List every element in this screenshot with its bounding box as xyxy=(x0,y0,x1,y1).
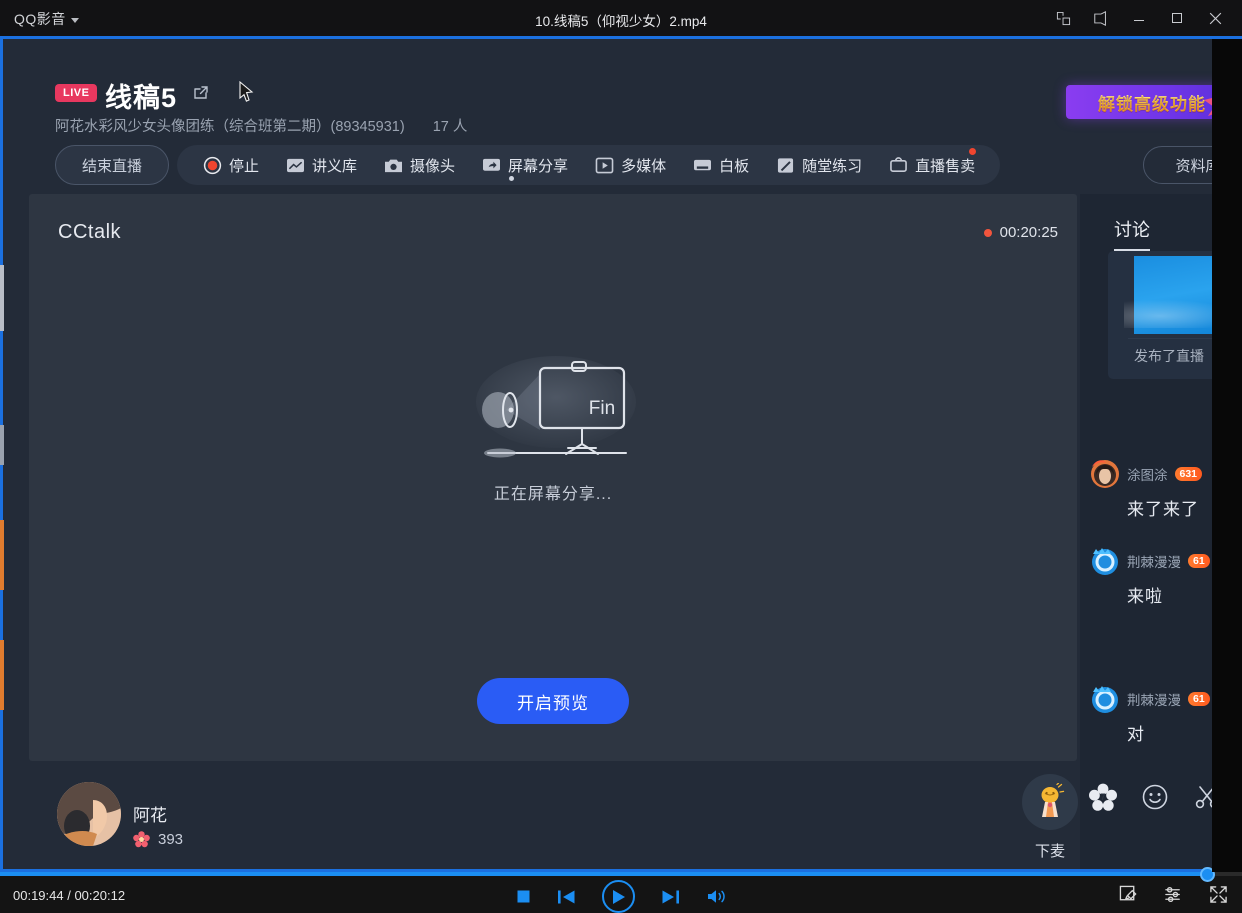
screen-share-placeholder: Fin 正在屏幕分享... xyxy=(29,354,1077,504)
avatar[interactable] xyxy=(57,782,121,846)
live-toolbar: 结束直播 停止 讲义库 xyxy=(55,145,1000,185)
progress-fill xyxy=(0,872,1207,876)
stage-area: CCtalk 00:20:25 xyxy=(29,194,1077,761)
player-control-bar: 00:19:44 / 00:20:12 xyxy=(0,872,1242,913)
mini-window-icon[interactable] xyxy=(1044,0,1082,36)
stop-icon[interactable] xyxy=(516,889,531,904)
toolbar-item-live-sell[interactable]: 直播售卖 xyxy=(875,145,988,185)
share-status-text: 正在屏幕分享... xyxy=(494,480,612,504)
toolbar-item-whiteboard[interactable]: 白板 xyxy=(679,145,762,185)
presenter-strip: 阿花 393 xyxy=(29,769,1077,869)
toolbar-label-multimedia: 多媒体 xyxy=(621,155,666,176)
toolbar-label-quiz: 随堂练习 xyxy=(802,155,862,176)
toolbar-item-stop[interactable]: 停止 xyxy=(189,145,272,185)
camera-icon xyxy=(383,155,403,175)
record-stop-icon xyxy=(202,155,222,175)
next-icon[interactable] xyxy=(661,889,680,905)
recording-dot-icon xyxy=(984,229,992,237)
message-username: 荆棘漫漫 xyxy=(1127,551,1181,571)
toolbar-label-whiteboard: 白板 xyxy=(719,155,749,176)
edge-sliver xyxy=(0,265,4,331)
announcement-text: 发布了直播 xyxy=(1134,346,1204,366)
start-preview-button[interactable]: 开启预览 xyxy=(477,678,629,724)
toolbar-item-multimedia[interactable]: 多媒体 xyxy=(581,145,679,185)
shop-icon xyxy=(888,155,908,175)
live-header: LIVE 线稿5 阿花水彩风少女头像团练（综合班第二期）(89345931) 1… xyxy=(3,39,1239,137)
projector-illustration-icon: Fin xyxy=(470,354,636,464)
level-badge: 61 xyxy=(1188,554,1210,568)
previous-icon[interactable] xyxy=(557,889,576,905)
viewer-count: 17 人 xyxy=(433,119,468,135)
end-live-button[interactable]: 结束直播 xyxy=(55,145,169,185)
minimize-icon[interactable] xyxy=(1120,0,1158,36)
mouse-cursor-icon xyxy=(239,81,255,108)
flower-count-value: 393 xyxy=(158,831,183,848)
play-icon xyxy=(611,889,626,905)
cast-icon[interactable] xyxy=(1082,0,1120,36)
window-right-gutter xyxy=(1212,39,1242,872)
edge-sliver xyxy=(0,520,4,590)
presenter-name: 阿花 xyxy=(133,801,167,826)
leave-mic-icon xyxy=(1022,774,1078,830)
toolbar-item-quiz[interactable]: 随堂练习 xyxy=(762,145,875,185)
stage-timer-value: 00:20:25 xyxy=(1000,224,1058,241)
screenshot-tool-icon[interactable] xyxy=(1119,885,1138,904)
whiteboard-icon xyxy=(692,155,712,175)
emoji-icon[interactable] xyxy=(1140,782,1170,812)
player-title-bar: QQ影音 10.线稿5（仰视少女）2.mp4 xyxy=(0,0,1242,36)
window-controls xyxy=(1044,0,1234,36)
player-right-controls xyxy=(1119,885,1228,904)
level-badge: 631 xyxy=(1175,467,1203,481)
progress-bar[interactable] xyxy=(0,872,1242,876)
edge-sliver xyxy=(0,640,4,710)
message-username: 荆棘漫漫 xyxy=(1127,689,1181,709)
settings-sliders-icon[interactable] xyxy=(1164,885,1183,904)
toolbar-label-camera: 摄像头 xyxy=(410,155,455,176)
app-root: QQ影音 10.线稿5（仰视少女）2.mp4 LI xyxy=(0,0,1242,913)
svg-text:Fin: Fin xyxy=(589,398,615,419)
maximize-icon[interactable] xyxy=(1158,0,1196,36)
user-avatar-photo[interactable] xyxy=(1090,459,1120,489)
toolbar-item-camera[interactable]: 摄像头 xyxy=(370,145,468,185)
toolbar-label-live-sell: 直播售卖 xyxy=(915,155,975,176)
svg-text:7: 7 xyxy=(1100,792,1105,802)
user-avatar-ring[interactable] xyxy=(1090,546,1120,576)
open-external-icon[interactable] xyxy=(191,83,211,103)
presenter-flower-count: 393 xyxy=(133,831,183,848)
level-badge: 61 xyxy=(1188,692,1210,706)
toolbar-label-screen-share: 屏幕分享 xyxy=(508,155,568,176)
toolbar-pill: 停止 讲义库 摄像头 xyxy=(177,145,1000,185)
courseware-icon xyxy=(285,155,305,175)
play-button[interactable] xyxy=(602,880,635,913)
active-indicator-dot xyxy=(509,176,514,181)
quiz-icon xyxy=(775,155,795,175)
flower-gift-icon[interactable]: 7 xyxy=(1088,782,1118,812)
close-icon[interactable] xyxy=(1196,0,1234,36)
toolbar-item-courseware[interactable]: 讲义库 xyxy=(272,145,370,185)
toolbar-label-stop: 停止 xyxy=(229,155,259,176)
stage-timer: 00:20:25 xyxy=(984,224,1058,241)
room-subtitle: 阿花水彩风少女头像团练（综合班第二期）(89345931) xyxy=(55,119,405,135)
tab-discussion[interactable]: 讨论 xyxy=(1114,216,1150,252)
room-subtitle-line: 阿花水彩风少女头像团练（综合班第二期）(89345931) 17 人 xyxy=(55,115,467,136)
unlock-premium-label: 解锁高级功能 xyxy=(1098,90,1206,115)
flower-icon xyxy=(133,831,150,848)
edge-sliver xyxy=(0,425,4,465)
live-status-badge: LIVE xyxy=(55,84,97,102)
media-icon xyxy=(594,155,614,175)
toolbar-item-screen-share[interactable]: 屏幕分享 xyxy=(468,145,581,185)
toolbar-label-courseware: 讲义库 xyxy=(312,155,357,176)
cctalk-live-window: LIVE 线稿5 阿花水彩风少女头像团练（综合班第二期）(89345931) 1… xyxy=(3,39,1239,869)
screen-share-icon xyxy=(481,155,501,175)
fullscreen-icon[interactable] xyxy=(1209,885,1228,904)
room-title: 线稿5 xyxy=(105,76,177,115)
user-avatar-ring[interactable] xyxy=(1090,684,1120,714)
volume-icon[interactable] xyxy=(706,888,727,905)
playback-controls xyxy=(0,880,1242,913)
stage-brand-label: CCtalk xyxy=(58,221,121,244)
message-username: 涂图涂 xyxy=(1127,464,1168,484)
